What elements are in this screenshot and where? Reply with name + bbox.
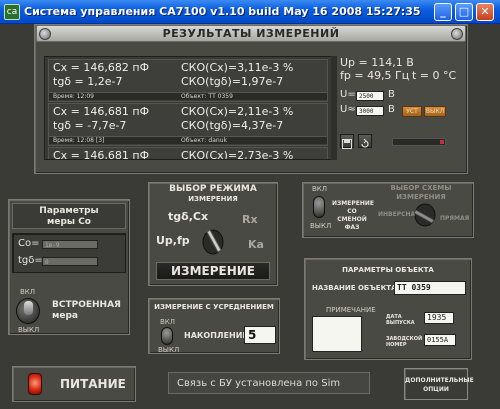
up-readout: Up = 114,1 В: [340, 56, 414, 69]
cx-value: Cx = 146,681 пФ: [53, 149, 150, 160]
mode-tgcx[interactable]: tgδ,Cx: [168, 210, 208, 223]
builtin-vykl-label: ВЫКЛ: [18, 326, 40, 334]
scheme-selector-knob[interactable]: [412, 200, 438, 230]
vykl-button[interactable]: ВЫКЛ: [424, 106, 446, 117]
save-icon[interactable]: [340, 134, 354, 149]
sko-tgd-value: СКО(tgδ)=4,37e-7: [181, 119, 284, 132]
temp-readout: t = 0 °C: [412, 69, 457, 82]
mode-rx[interactable]: Rx: [242, 213, 258, 226]
measure-button[interactable]: ИЗМЕРЕНИЕ: [156, 262, 270, 280]
builtin-toggle[interactable]: [16, 298, 40, 324]
serial-label: ЗАВОДСКОЙ НОМЕР: [386, 336, 423, 348]
undo-icon[interactable]: [358, 134, 372, 148]
cx-value: Cx = 146,682 пФ: [53, 61, 150, 74]
averaging-toggle[interactable]: [161, 327, 173, 345]
record-object: Объект: ТТ 0359: [181, 93, 233, 100]
tgd-value: tgδ = 1,2e-7: [53, 75, 123, 88]
close-button[interactable]: ✕: [476, 3, 494, 21]
co-input[interactable]: 1e-9: [42, 240, 98, 249]
accum-label: НАКОПЛЕНИЕ: [184, 331, 248, 340]
mode-ka[interactable]: Ka: [248, 238, 264, 251]
u-eq-unit: В: [388, 89, 395, 100]
u-ac-input[interactable]: 3000: [356, 106, 384, 116]
avg-vykl-label: ВЫКЛ: [158, 346, 180, 354]
record-time: Время: 12:09: [53, 93, 94, 100]
builtin-vkl-label: ВКЛ: [20, 288, 36, 296]
measure-button-label: ИЗМЕРЕНИЕ: [171, 264, 255, 278]
results-list[interactable]: Cx = 146,682 пФ tgδ = 1,2e-7 СКО(Cx)=3,1…: [44, 56, 332, 160]
mode-title: ВЫБОР РЕЖИМА: [169, 184, 257, 194]
builtin-label: ВСТРОЕННАЯ мера: [52, 300, 121, 321]
list-item[interactable]: Cx = 146,681 пФ СКО(Cx)=2,73e-3 %: [48, 147, 328, 160]
title-bar[interactable]: ca Система управления СА7100 v1.10 build…: [0, 0, 500, 24]
object-name-label: НАЗВАНИЕ ОБЪЕКТА: [312, 284, 397, 292]
record-time: Время: 12:08 [3]: [53, 137, 105, 144]
right-knob-icon: [451, 28, 463, 40]
phase-toggle[interactable]: [313, 196, 325, 218]
u-ac-label: U≈: [340, 104, 356, 115]
sko-cx-value: СКО(Cx)=2,73e-3 %: [181, 149, 294, 160]
u-ac-unit: В: [388, 104, 395, 115]
note-label: ПРИМЕЧАНИЕ: [326, 306, 376, 314]
power-lamp-icon: [28, 373, 42, 395]
ust-button[interactable]: УСТ: [402, 106, 422, 117]
results-header: РЕЗУЛЬТАТЫ ИЗМЕРЕНИЙ: [36, 25, 466, 42]
object-title: ПАРАМЕТРЫ ОБЪЕКТА: [342, 266, 434, 274]
tgd-label: tgδ=: [18, 255, 43, 266]
u-eq-input[interactable]: 2500: [356, 91, 384, 101]
co-label: Co=: [18, 238, 40, 249]
progress-indicator: [440, 140, 444, 144]
phase-label: ИЗМЕРЕНИЕ СО СМЕНОЙ ФАЗ: [332, 200, 374, 231]
accum-input[interactable]: 5: [244, 326, 276, 344]
year-label: ДАТА ВЫПУСКА: [386, 314, 415, 326]
tgd-value: tgδ = -7,7e-7: [53, 119, 127, 132]
measure-params-header: Параметры меры Co: [12, 203, 126, 229]
sko-cx-value: СКО(Cx)=3,11e-3 %: [181, 61, 294, 74]
mode-selector-knob[interactable]: [200, 226, 226, 258]
note-textarea[interactable]: [312, 316, 362, 352]
phase-vkl-label: ВКЛ: [312, 185, 328, 193]
averaging-title: ИЗМЕРЕНИЕ С УСРЕДНЕНИЕМ: [154, 303, 274, 311]
results-title: РЕЗУЛЬТАТЫ ИЗМЕРЕНИЙ: [162, 27, 340, 40]
list-item[interactable]: Cx = 146,681 пФ tgδ = -7,7e-7 СКО(Cx)=2,…: [48, 103, 328, 146]
mode-upfp[interactable]: Up,fp: [156, 234, 190, 247]
scheme-direct[interactable]: ПРЯМАЯ: [440, 215, 469, 222]
sko-cx-value: СКО(Cx)=2,11e-3 %: [181, 105, 294, 118]
year-input[interactable]: 1935: [424, 312, 454, 324]
cx-value: Cx = 146,681 пФ: [53, 105, 150, 118]
fp-readout: fp = 49,5 Гц: [340, 69, 410, 82]
mode-subtitle: ИЗМЕРЕНИЯ: [188, 195, 238, 203]
app-icon: ca: [4, 4, 20, 20]
sko-tgd-value: СКО(tgδ)=1,97e-7: [181, 75, 284, 88]
progress-bar: [392, 138, 446, 146]
u-eq-label: U=: [340, 89, 356, 100]
extra-options-button[interactable]: ДОПОЛНИТЕЛЬНЫЕ ОПЦИИ: [404, 368, 474, 400]
phase-vykl-label: ВЫКЛ: [310, 222, 332, 230]
status-text: Связь с БУ установлена по Sim: [177, 378, 341, 389]
record-object: Объект: danuk: [181, 137, 227, 144]
power-label: ПИТАНИЕ: [60, 377, 126, 391]
extra-options-label: ДОПОЛНИТЕЛЬНЫЕ ОПЦИИ: [405, 377, 474, 393]
object-name-input[interactable]: ТТ 0359: [394, 281, 466, 295]
status-box: Связь с БУ установлена по Sim: [168, 372, 370, 394]
window-title: Система управления СА7100 v1.10 build Ma…: [24, 5, 421, 18]
results-scrollbar[interactable]: [331, 56, 337, 160]
tgd-input[interactable]: 0: [42, 257, 98, 266]
maximize-button[interactable]: □: [455, 3, 473, 21]
list-item[interactable]: Cx = 146,682 пФ tgδ = 1,2e-7 СКО(Cx)=3,1…: [48, 59, 328, 102]
minimize-button[interactable]: _: [434, 3, 452, 21]
avg-vkl-label: ВКЛ: [160, 318, 176, 326]
serial-input[interactable]: 0155А: [424, 334, 456, 346]
measure-params-title: Параметры меры Co: [39, 206, 99, 227]
